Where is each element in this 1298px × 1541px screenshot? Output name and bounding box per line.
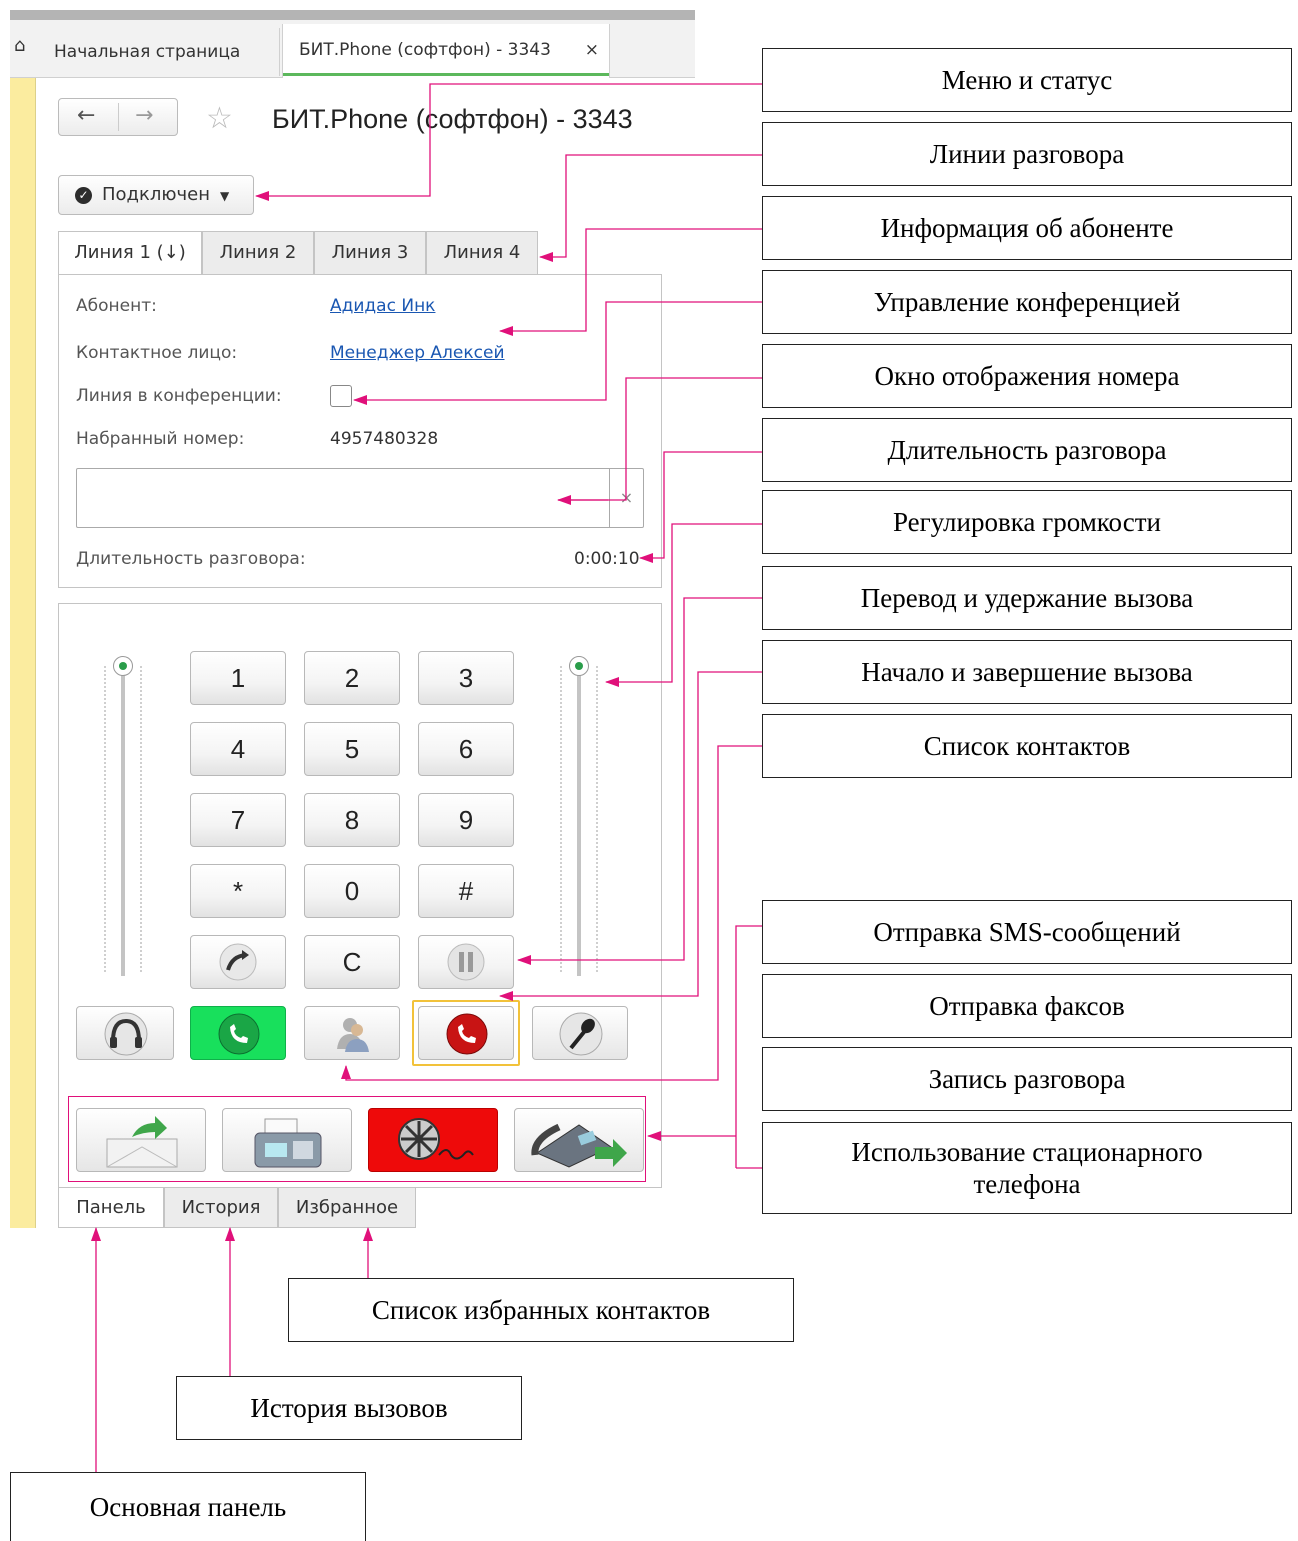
callout-lines	[91, 83, 762, 1472]
